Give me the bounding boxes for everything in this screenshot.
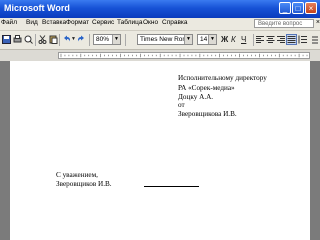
ruler-ticks xyxy=(60,53,308,58)
ruler-scale xyxy=(58,52,310,59)
toolbar: ▼ 80% ▼ Times New Roman ▼ 14 ▼ Ж К Ч xyxy=(0,31,320,50)
toolbar-separator xyxy=(125,34,126,46)
align-right-icon[interactable] xyxy=(276,35,285,44)
help-search-input[interactable]: Введите вопрос xyxy=(254,19,314,28)
line-spacing-icon[interactable] xyxy=(298,35,307,44)
word-window: Microsoft Word _ □ × Файл Вид Вставка Фо… xyxy=(0,0,320,240)
chevron-down-icon: ▼ xyxy=(208,35,216,44)
underline-button[interactable]: Ч xyxy=(241,34,246,45)
document-area[interactable] xyxy=(0,61,320,240)
close-button[interactable]: × xyxy=(305,2,317,14)
bold-button[interactable]: Ж xyxy=(221,34,228,45)
font-size-select[interactable]: 14 ▼ xyxy=(197,34,217,45)
paste-icon[interactable] xyxy=(49,35,58,44)
menu-view[interactable]: Вид xyxy=(26,19,38,26)
align-left-icon[interactable] xyxy=(256,35,265,44)
close-document-button[interactable]: × xyxy=(316,19,320,26)
chevron-down-icon: ▼ xyxy=(112,35,120,44)
addressee-line-2: РА «Сорек-медиа» xyxy=(178,84,235,92)
addressee-line-1: Исполнительному директору xyxy=(178,74,267,82)
right-margin-gutter xyxy=(310,61,320,240)
font-name-select[interactable]: Times New Roman ▼ xyxy=(137,34,193,45)
undo-icon[interactable] xyxy=(62,35,71,44)
toolbar-separator xyxy=(59,34,60,46)
signature-line xyxy=(144,186,199,187)
zoom-value: 80% xyxy=(96,36,110,43)
document-page[interactable] xyxy=(10,61,310,240)
undo-dropdown-icon[interactable]: ▼ xyxy=(71,34,76,45)
toolbar-separator xyxy=(253,34,254,46)
menu-bar: Файл Вид Вставка Формат Сервис Таблица О… xyxy=(0,18,320,31)
menu-format[interactable]: Формат xyxy=(66,19,89,26)
menu-window[interactable]: Окно xyxy=(143,19,158,26)
closing-text: С уважением, xyxy=(56,171,98,179)
zoom-select[interactable]: 80% ▼ xyxy=(93,34,121,45)
addressee-line-3: Доцку А.А. xyxy=(178,93,214,101)
chevron-down-icon: ▼ xyxy=(184,35,192,44)
maximize-button[interactable]: □ xyxy=(292,2,304,14)
minimize-button[interactable]: _ xyxy=(279,2,291,14)
print-icon[interactable] xyxy=(13,35,22,44)
horizontal-ruler[interactable] xyxy=(0,50,320,61)
addressee-line-4: от xyxy=(178,101,185,109)
cut-icon[interactable] xyxy=(38,35,47,44)
addressee-line-5: Зверовщикова И.В. xyxy=(178,110,237,118)
menu-insert[interactable]: Вставка xyxy=(42,19,66,26)
print-preview-icon[interactable] xyxy=(24,35,33,44)
signature-name: Зверовщиков И.В. xyxy=(56,180,112,188)
menu-table[interactable]: Таблица xyxy=(117,19,143,26)
menu-file[interactable]: Файл xyxy=(1,19,17,26)
justify-icon[interactable] xyxy=(286,34,297,45)
save-icon[interactable] xyxy=(2,35,11,44)
menu-help[interactable]: Справка xyxy=(162,19,188,26)
toolbar-separator xyxy=(89,34,90,46)
numbering-icon[interactable] xyxy=(309,35,318,44)
left-margin-gutter xyxy=(0,61,10,240)
align-center-icon[interactable] xyxy=(266,35,275,44)
window-title: Microsoft Word xyxy=(4,3,70,13)
menu-tools[interactable]: Сервис xyxy=(92,19,114,26)
italic-button[interactable]: К xyxy=(231,34,236,45)
title-bar: Microsoft Word _ □ × xyxy=(0,0,320,18)
toolbar-separator xyxy=(35,34,36,46)
redo-icon[interactable] xyxy=(77,35,86,44)
font-size-value: 14 xyxy=(200,36,208,43)
